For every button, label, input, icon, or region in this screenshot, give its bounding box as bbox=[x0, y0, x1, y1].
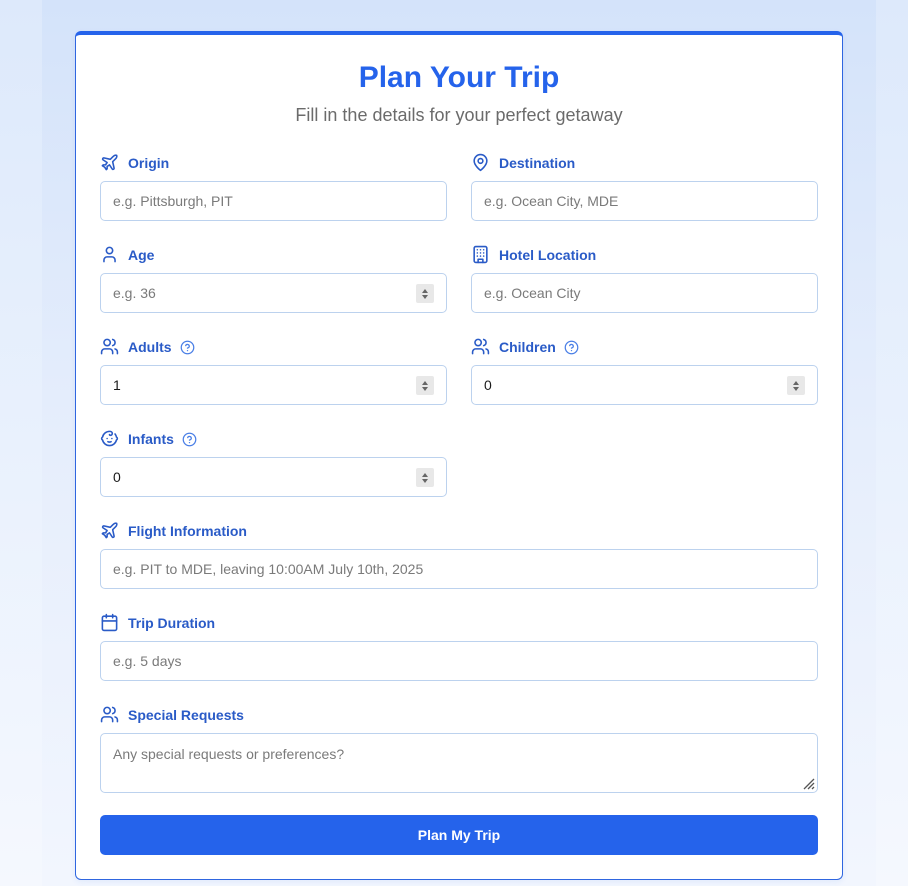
adults-label-row: Adults bbox=[100, 337, 447, 357]
infants-input[interactable]: 0 bbox=[100, 457, 447, 497]
age-placeholder: e.g. 36 bbox=[113, 285, 156, 301]
adults-value: 1 bbox=[113, 377, 121, 393]
building-icon bbox=[471, 245, 491, 265]
plan-my-trip-button[interactable]: Plan My Trip bbox=[100, 815, 818, 855]
origin-label: Origin bbox=[128, 155, 170, 171]
trip-duration-field: Trip Duration e.g. 5 days bbox=[100, 613, 818, 681]
destination-label-row: Destination bbox=[471, 153, 818, 173]
flight-information-input[interactable]: e.g. PIT to MDE, leaving 10:00AM July 10… bbox=[100, 549, 818, 589]
children-field: Children 0 bbox=[471, 337, 818, 405]
page-subtitle: Fill in the details for your perfect get… bbox=[295, 105, 623, 125]
trip-duration-label: Trip Duration bbox=[128, 615, 216, 631]
special-requests-placeholder: Any special requests or preferences? bbox=[113, 746, 345, 762]
trip-form-card: Plan Your Trip Fill in the details for y… bbox=[75, 31, 843, 880]
destination-label: Destination bbox=[499, 155, 576, 171]
age-field: Age e.g. 36 bbox=[100, 245, 447, 313]
flight-information-label-row: Flight Information bbox=[100, 521, 818, 541]
help-circle-icon[interactable] bbox=[182, 432, 197, 447]
hotel-location-field: Hotel Location e.g. Ocean City bbox=[471, 245, 818, 313]
adults-stepper[interactable] bbox=[416, 376, 434, 395]
destination-placeholder: e.g. Ocean City, MDE bbox=[484, 193, 619, 209]
origin-placeholder: e.g. Pittsburgh, PIT bbox=[113, 193, 233, 209]
special-requests-label-row: Special Requests bbox=[100, 705, 818, 725]
calendar-icon bbox=[100, 613, 120, 633]
plane-icon bbox=[100, 153, 120, 173]
origin-field: Origin e.g. Pittsburgh, PIT bbox=[100, 153, 447, 221]
help-circle-icon[interactable] bbox=[564, 340, 579, 355]
flight-information-placeholder: e.g. PIT to MDE, leaving 10:00AM July 10… bbox=[113, 561, 424, 577]
plane-icon bbox=[100, 521, 120, 541]
map-pin-icon bbox=[471, 153, 491, 173]
special-requests-textarea[interactable]: Any special requests or preferences? bbox=[100, 733, 818, 793]
users-icon bbox=[471, 337, 491, 357]
age-stepper[interactable] bbox=[416, 284, 434, 303]
children-input[interactable]: 0 bbox=[471, 365, 818, 405]
hotel-location-placeholder: e.g. Ocean City bbox=[484, 285, 581, 301]
origin-input[interactable]: e.g. Pittsburgh, PIT bbox=[100, 181, 447, 221]
help-circle-icon[interactable] bbox=[180, 340, 195, 355]
flight-information-label: Flight Information bbox=[128, 523, 247, 539]
infants-field: Infants 0 bbox=[100, 429, 447, 497]
resize-handle-icon[interactable] bbox=[801, 776, 815, 790]
destination-field: Destination e.g. Ocean City, MDE bbox=[471, 153, 818, 221]
infants-stepper[interactable] bbox=[416, 468, 434, 487]
infants-value: 0 bbox=[113, 469, 121, 485]
adults-field: Adults 1 bbox=[100, 337, 447, 405]
trip-duration-placeholder: e.g. 5 days bbox=[113, 653, 182, 669]
infants-label-row: Infants bbox=[100, 429, 447, 449]
user-icon bbox=[100, 245, 120, 265]
users-icon bbox=[100, 705, 120, 725]
users-icon bbox=[100, 337, 120, 357]
special-requests-field: Special Requests Any special requests or… bbox=[100, 705, 818, 793]
special-requests-label: Special Requests bbox=[128, 707, 244, 723]
flight-information-field: Flight Information e.g. PIT to MDE, leav… bbox=[100, 521, 818, 589]
children-value: 0 bbox=[484, 377, 492, 393]
age-label-row: Age bbox=[100, 245, 447, 265]
hotel-location-label: Hotel Location bbox=[499, 247, 597, 263]
destination-input[interactable]: e.g. Ocean City, MDE bbox=[471, 181, 818, 221]
infants-label: Infants bbox=[128, 431, 174, 447]
trip-duration-input[interactable]: e.g. 5 days bbox=[100, 641, 818, 681]
children-stepper[interactable] bbox=[787, 376, 805, 395]
page-title: Plan Your Trip bbox=[358, 61, 560, 94]
children-label: Children bbox=[499, 339, 556, 355]
hotel-location-label-row: Hotel Location bbox=[471, 245, 818, 265]
children-label-row: Children bbox=[471, 337, 818, 357]
origin-label-row: Origin bbox=[100, 153, 447, 173]
age-input[interactable]: e.g. 36 bbox=[100, 273, 447, 313]
age-label: Age bbox=[128, 247, 155, 263]
hotel-location-input[interactable]: e.g. Ocean City bbox=[471, 273, 818, 313]
adults-input[interactable]: 1 bbox=[100, 365, 447, 405]
adults-label: Adults bbox=[128, 339, 172, 355]
trip-duration-label-row: Trip Duration bbox=[100, 613, 818, 633]
baby-icon bbox=[100, 429, 120, 449]
